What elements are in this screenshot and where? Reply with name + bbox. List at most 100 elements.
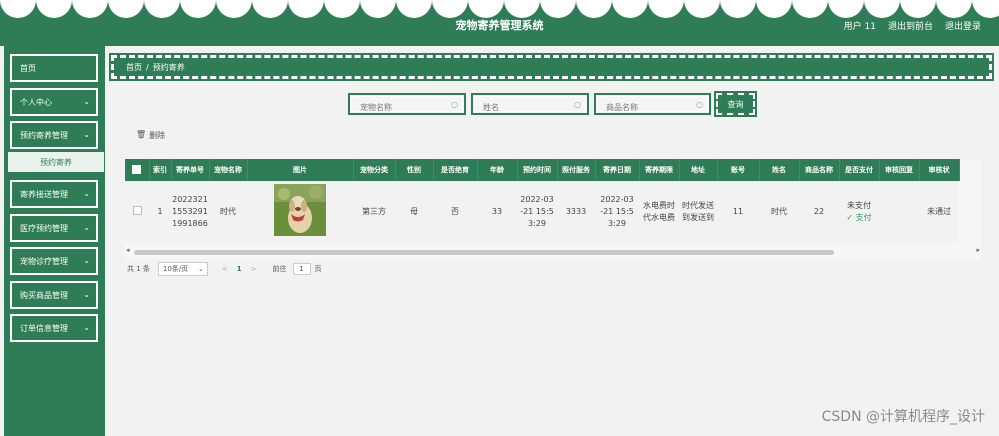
- paid-status: 未支付: [847, 201, 871, 210]
- cell-address: 时代发送 到发送到: [679, 181, 717, 243]
- table-header-row: 索引 寄养单号 宠物名称 图片 宠物分类 性别 是否绝育 年龄 预约时间 照付服…: [125, 159, 960, 181]
- page-size-select[interactable]: 10条/页 ⌄: [157, 262, 208, 276]
- cell-category: 第三方: [353, 181, 395, 243]
- cell-neutered: 否: [433, 181, 477, 243]
- sidebar-item-diagnosis[interactable]: 宠物诊疗管理 ⌄: [10, 247, 98, 275]
- breadcrumb-home[interactable]: 首页: [126, 62, 142, 73]
- scallop: [648, 0, 684, 18]
- pet-photo: [274, 184, 326, 236]
- sidebar-item-label: 宠物诊疗管理: [20, 256, 68, 266]
- scallop: [828, 0, 864, 18]
- cell-service: 3333: [557, 181, 595, 243]
- cell-image: [247, 181, 353, 243]
- scallop: [504, 0, 540, 18]
- sidebar-item-label: 首页: [20, 63, 36, 73]
- breadcrumb: 首页 / 预约寄养: [109, 53, 994, 81]
- page-size-value: 10条/页: [162, 265, 189, 273]
- scallop: [216, 0, 252, 18]
- search-icon: ○: [696, 100, 703, 109]
- scallop: [792, 0, 828, 18]
- col-header: 账号: [717, 159, 760, 181]
- scallop: [324, 0, 360, 18]
- product-name-input[interactable]: [596, 98, 709, 117]
- cell-foster-term: 水电费时 代水电费: [639, 181, 679, 243]
- col-header: 宠物分类: [353, 159, 396, 181]
- logout-link[interactable]: 退出登录: [945, 19, 981, 32]
- scallop: [900, 0, 936, 18]
- cell-product-name: 22: [799, 181, 839, 243]
- scallop: [72, 0, 108, 18]
- sidebar-item-medical[interactable]: 医疗预约管理 ⌄: [10, 214, 98, 242]
- sidebar-item-pickup[interactable]: 寄养接送管理 ⌄: [10, 180, 98, 208]
- sidebar-item-home[interactable]: 首页: [10, 54, 98, 82]
- back-to-front-link[interactable]: 退出到前台: [888, 19, 933, 32]
- cell-order-no: 2022321 1553291 1991866: [171, 181, 209, 243]
- main-content: 首页 / 预约寄养 ○ ○ ○ 查询 🗑 删除 索引 寄养单号 宠物名称: [105, 46, 999, 436]
- scrollbar-thumb[interactable]: [134, 250, 834, 255]
- cell-account: 11: [717, 181, 759, 243]
- sidebar-subitem-reserve-foster[interactable]: 预约寄养: [8, 152, 104, 172]
- cell-review-status: 未通过: [919, 181, 959, 243]
- checkbox[interactable]: [132, 164, 142, 174]
- checkbox[interactable]: [132, 205, 142, 215]
- cell-gender: 母: [395, 181, 433, 243]
- scallop: [180, 0, 216, 18]
- col-header: 审核状: [919, 159, 960, 181]
- col-header: 预约时间: [517, 159, 558, 181]
- sidebar-item-reserve-foster[interactable]: 预约寄养管理 ⌄: [10, 121, 98, 149]
- scallop: [540, 0, 576, 18]
- chevron-down-icon: ⌄: [83, 189, 90, 198]
- search-icon: ○: [451, 100, 458, 109]
- select-all-checkbox[interactable]: [125, 159, 150, 181]
- cell-review-reply: [879, 181, 919, 243]
- scallop: [468, 0, 504, 18]
- scroll-left-icon[interactable]: ◂: [126, 246, 130, 254]
- page-unit-label: 页: [314, 265, 322, 273]
- col-header: 照付服务: [557, 159, 596, 181]
- table-row: 1 2022321 1553291 1991866 时代 第三方 母 否 33 …: [125, 181, 959, 243]
- total-count: 共 1 条: [127, 265, 150, 273]
- sidebar-item-label: 预约寄养管理: [20, 130, 68, 140]
- sidebar-item-purchase[interactable]: 购买商品管理 ⌄: [10, 281, 98, 309]
- sidebar-item-personal[interactable]: 个人中心 ⌄: [10, 88, 98, 116]
- prev-page-button[interactable]: <: [222, 265, 228, 273]
- user-name: 用户 11: [843, 22, 876, 32]
- chevron-down-icon: ⌄: [83, 97, 90, 106]
- chevron-down-icon: ⌄: [83, 223, 90, 232]
- sidebar-item-orders[interactable]: 订单信息管理 ⌄: [10, 314, 98, 342]
- sidebar-item-label: 个人中心: [20, 97, 52, 107]
- row-checkbox-cell[interactable]: [125, 181, 149, 243]
- sidebar-item-label: 订单信息管理: [20, 323, 68, 333]
- goto-page-input[interactable]: 1: [292, 263, 311, 275]
- col-header: 索引: [149, 159, 172, 181]
- col-header: 姓名: [759, 159, 800, 181]
- top-header: 宠物寄养管理系统 用户 11 退出到前台 退出登录: [0, 0, 999, 46]
- col-header: 是否绝育: [433, 159, 478, 181]
- pay-icon: ✓: [846, 213, 856, 222]
- search-icon: ○: [574, 100, 581, 109]
- name-input[interactable]: [473, 98, 587, 117]
- chevron-down-icon: ⌄: [83, 323, 90, 332]
- pet-name-input[interactable]: [350, 98, 464, 117]
- scallop: [720, 0, 756, 18]
- pay-button[interactable]: ✓ 支付: [839, 212, 879, 224]
- scallop: [144, 0, 180, 18]
- scallop: [684, 0, 720, 18]
- chevron-down-icon: ⌄: [198, 265, 204, 273]
- query-button[interactable]: 查询: [714, 91, 757, 117]
- scallop: [396, 0, 432, 18]
- breadcrumb-separator: /: [146, 62, 149, 72]
- scallop: [612, 0, 648, 18]
- page-number[interactable]: 1: [237, 265, 242, 273]
- col-header: 性别: [395, 159, 434, 181]
- chevron-down-icon: ⌄: [83, 256, 90, 265]
- delete-button[interactable]: 🗑 删除: [136, 130, 165, 141]
- breadcrumb-current: 预约寄养: [152, 62, 185, 72]
- col-header: 宠物名称: [209, 159, 248, 181]
- cell-index: 1: [149, 181, 171, 243]
- scroll-right-icon[interactable]: ▸: [976, 246, 980, 254]
- horizontal-scrollbar[interactable]: ◂ ▸: [125, 246, 981, 256]
- cell-foster-date: 2022-03 -21 15:5 3:29: [595, 181, 639, 243]
- pay-label: 支付: [855, 213, 872, 222]
- next-page-button[interactable]: >: [251, 265, 257, 273]
